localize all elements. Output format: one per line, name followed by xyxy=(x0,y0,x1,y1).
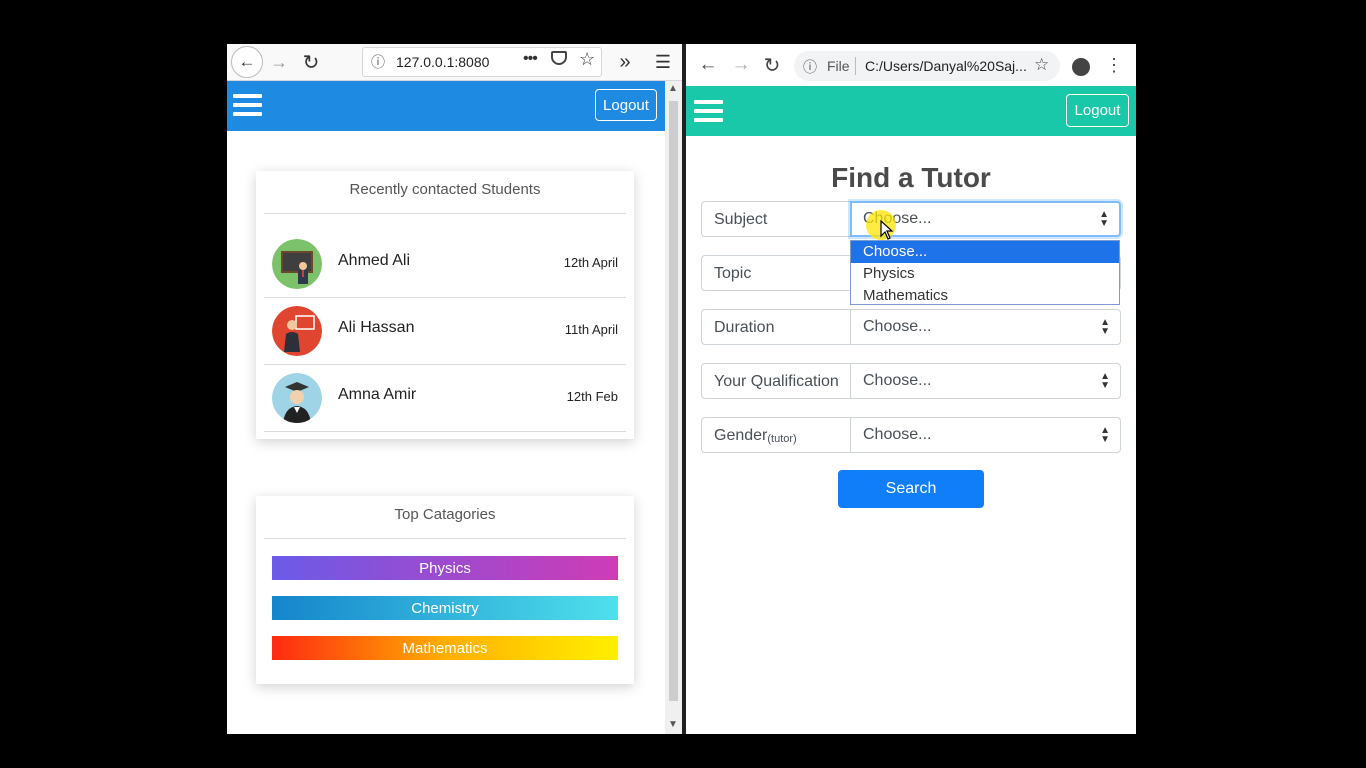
left-browser-toolbar: ← → ↻ ⓘ 127.0.0.1:8080 ••• ☆ » ☰ xyxy=(227,44,682,81)
select-value: Choose... xyxy=(863,426,932,443)
info-icon[interactable]: ⓘ xyxy=(803,57,817,77)
select-arrows-icon: ▲ ▼ xyxy=(1100,317,1110,337)
dashboard-content: Recently contacted Students Ahmed Ali 12… xyxy=(227,131,665,734)
contact-date: 12th Feb xyxy=(566,389,618,404)
logout-button[interactable]: Logout xyxy=(595,89,657,121)
hamburger-menu-icon[interactable] xyxy=(233,94,262,116)
subject-label: Subject xyxy=(701,201,851,237)
menu-icon[interactable]: ☰ xyxy=(652,48,674,76)
category-chemistry[interactable]: Chemistry xyxy=(272,596,618,620)
profile-avatar-icon[interactable] xyxy=(1072,58,1090,76)
logout-button[interactable]: Logout xyxy=(1066,94,1129,127)
reload-icon[interactable]: ↻ xyxy=(300,48,322,76)
qualification-select[interactable]: Choose... ▲ ▼ xyxy=(850,363,1121,399)
scrollbar-thumb[interactable] xyxy=(669,101,678,701)
qualification-row: Your Qualification Choose... ▲ ▼ xyxy=(701,363,1121,401)
pocket-icon[interactable] xyxy=(551,51,567,65)
avatar xyxy=(272,239,322,289)
student-name: Amna Amir xyxy=(338,386,417,403)
address-url: 127.0.0.1:8080 xyxy=(396,54,490,70)
card-title: Recently contacted Students xyxy=(349,181,541,198)
gender-label: Gender(tutor) xyxy=(701,417,851,453)
dropdown-option-choose[interactable]: Choose... xyxy=(851,241,1119,263)
right-navbar: Logout xyxy=(686,86,1136,136)
back-arrow-icon[interactable]: ← xyxy=(231,46,263,78)
category-physics[interactable]: Physics xyxy=(272,556,618,580)
gender-label-sub: (tutor) xyxy=(767,433,797,445)
avatar xyxy=(272,373,322,423)
select-arrows-icon: ▲ ▼ xyxy=(1100,371,1110,391)
select-value: Choose... xyxy=(863,318,932,335)
student-name: Ahmed Ali xyxy=(338,252,411,269)
select-arrows-icon: ▲ ▼ xyxy=(1099,209,1109,229)
student-row[interactable]: Amna Amir 12th Feb xyxy=(264,365,626,432)
student-row[interactable]: Ali Hassan 11th April xyxy=(264,298,626,365)
hamburger-menu-icon[interactable] xyxy=(694,100,723,122)
kebab-menu-icon[interactable]: ⋮ xyxy=(1105,52,1123,78)
vertical-scrollbar[interactable]: ▲ ▼ xyxy=(665,81,682,734)
left-browser-window: ← → ↻ ⓘ 127.0.0.1:8080 ••• ☆ » ☰ Logout … xyxy=(227,44,682,734)
forward-arrow-icon[interactable]: → xyxy=(729,52,753,78)
search-button[interactable]: Search xyxy=(838,470,984,508)
duration-row: Duration Choose... ▲ ▼ xyxy=(701,309,1121,347)
topic-label: Topic xyxy=(701,255,851,291)
back-arrow-icon[interactable]: ← xyxy=(696,52,720,78)
contact-date: 11th April xyxy=(564,322,618,337)
right-browser-window: ← → ↻ ⓘ File C:/Users/Danyal%20Saj... ☆ … xyxy=(686,44,1136,734)
forward-arrow-icon[interactable]: → xyxy=(268,48,290,76)
page-title: Find a Tutor xyxy=(831,162,991,193)
subject-dropdown-list: Choose... Physics Mathematics xyxy=(850,240,1120,305)
right-browser-toolbar: ← → ↻ ⓘ File C:/Users/Danyal%20Saj... ☆ … xyxy=(686,44,1136,87)
student-name: Ali Hassan xyxy=(338,319,415,336)
reload-icon[interactable]: ↻ xyxy=(760,52,784,78)
student-row[interactable]: Ahmed Ali 12th April xyxy=(264,231,626,298)
card-title: Top Catagories xyxy=(394,506,496,523)
info-icon[interactable]: ⓘ xyxy=(371,52,385,72)
subject-row: Subject Choose... ▲ ▼ xyxy=(701,201,1121,239)
duration-label: Duration xyxy=(701,309,851,345)
left-navbar: Logout xyxy=(227,81,665,131)
select-arrows-icon: ▲ ▼ xyxy=(1100,425,1110,445)
qualification-label: Your Qualification xyxy=(701,363,851,399)
category-mathematics[interactable]: Mathematics xyxy=(272,636,618,660)
contact-date: 12th April xyxy=(563,255,618,270)
bookmark-star-icon[interactable]: ☆ xyxy=(1034,55,1049,75)
dropdown-option-physics[interactable]: Physics xyxy=(851,263,1119,285)
address-bar[interactable]: ⓘ 127.0.0.1:8080 ••• ☆ xyxy=(362,47,602,77)
gender-row: Gender(tutor) Choose... ▲ ▼ xyxy=(701,417,1121,455)
overflow-chevron-icon[interactable]: » xyxy=(615,48,635,76)
duration-select[interactable]: Choose... ▲ ▼ xyxy=(850,309,1121,345)
address-bar[interactable]: ⓘ File C:/Users/Danyal%20Saj... ☆ xyxy=(794,51,1060,81)
gender-select[interactable]: Choose... ▲ ▼ xyxy=(850,417,1121,453)
avatar xyxy=(272,306,322,356)
file-scheme-label: File xyxy=(827,58,850,74)
gender-label-text: Gender xyxy=(714,427,768,444)
scroll-down-icon[interactable]: ▼ xyxy=(668,719,678,730)
bookmark-star-icon[interactable]: ☆ xyxy=(579,49,595,70)
recent-students-card: Recently contacted Students Ahmed Ali 12… xyxy=(256,171,634,439)
divider xyxy=(264,213,626,214)
select-value: Choose... xyxy=(863,372,932,389)
divider xyxy=(264,538,626,539)
page-actions-icon[interactable]: ••• xyxy=(523,50,538,68)
address-url: C:/Users/Danyal%20Saj... xyxy=(865,58,1027,74)
dropdown-option-mathematics[interactable]: Mathematics xyxy=(851,285,1119,307)
mouse-cursor-icon xyxy=(880,220,894,240)
top-categories-card: Top Catagories Physics Chemistry Mathema… xyxy=(256,496,634,684)
separator xyxy=(855,57,856,75)
scroll-up-icon[interactable]: ▲ xyxy=(668,83,678,94)
